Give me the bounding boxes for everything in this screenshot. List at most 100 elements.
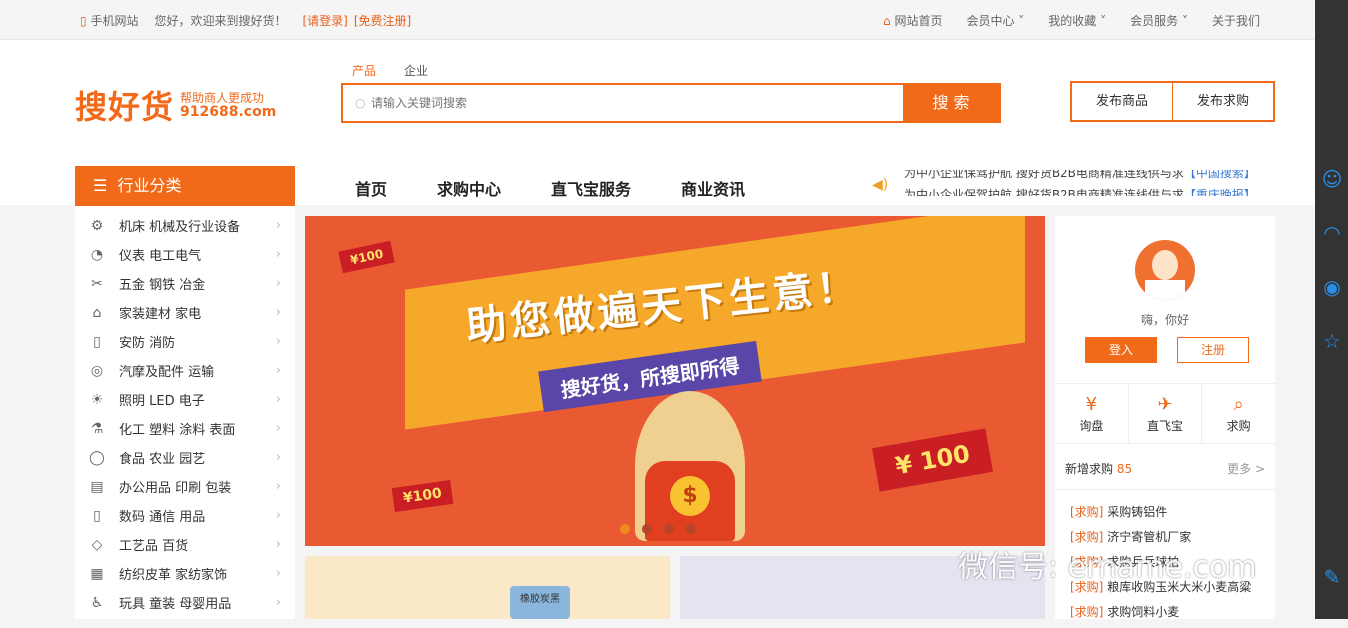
search-doc-icon: ⌕ [1233,394,1244,415]
new-requests-header: 新增求购 85 更多 > [1065,460,1265,477]
category-item[interactable]: ◯ 食品 农业 园艺 › [75,443,295,472]
phone-icon: ▯ [93,507,101,524]
promo-card-left[interactable]: 橡胶炭黑 [305,556,670,619]
home-link[interactable]: ⌂ 网站首页 [883,12,942,29]
chevron-right-icon: › [275,276,281,291]
search-tabs: 产品 企业 [352,62,428,79]
user-icon[interactable]: ☺ [1321,168,1343,190]
category-item[interactable]: ▯ 安防 消防 › [75,327,295,356]
chevron-right-icon: › [275,537,281,552]
cartoon-man-illustration: $ [635,391,745,541]
list-item[interactable]: [求购] 采购铸铝件 [1070,503,1251,528]
hero-banner[interactable]: 助您做遍天下生意！ 搜好货，所搜即所得 ¥100 ¥100 ¥ 100 $ [305,216,1045,546]
category-item[interactable]: ◇ 工艺品 百货 › [75,530,295,559]
login-link[interactable]: [请登录] [302,12,347,29]
fabric-icon: ▦ [90,565,104,582]
home-icon: ⌂ [882,14,891,28]
category-item[interactable]: ▤ 办公用品 印刷 包装 › [75,472,295,501]
chevron-right-icon: › [275,595,281,610]
edit-icon[interactable]: ✎ [1321,566,1343,588]
request-tool[interactable]: ⌕ 求购 [1202,384,1275,443]
category-item[interactable]: ⌂ 家装建材 家电 › [75,298,295,327]
mobile-site-link[interactable]: ▯ 手机网站 [80,12,138,29]
yen-icon: ¥ [1085,394,1098,415]
new-requests-count: 85 [1116,462,1133,476]
nav-request-center[interactable]: 求购中心 [437,176,501,200]
carousel-dot[interactable] [664,524,674,534]
carousel-dot[interactable] [686,524,696,534]
inquiry-tool[interactable]: ¥ 询盘 [1055,384,1129,443]
search-input[interactable] [371,94,891,112]
register-link[interactable]: [免费注册] [354,12,411,29]
news-item[interactable]: 为中小企业保驾护航 搜好货B2B电商精准连线供与求【中国搜索】 [904,170,1252,181]
stroller-icon: ♿ [90,594,104,611]
carousel-dots [620,524,696,534]
chevron-right-icon: › [275,363,281,378]
headset-icon[interactable]: ◠ [1321,222,1343,244]
publish-goods-button[interactable]: 发布商品 [1072,83,1173,120]
list-item[interactable]: [求购] 求购饲料小麦 [1070,603,1251,628]
welcome-text: 您好，欢迎来到搜好货！ [154,14,287,28]
more-link[interactable]: 更多 > [1227,460,1265,477]
chevron-right-icon: › [275,566,281,581]
wheel-icon: ◎ [90,362,104,379]
tab-products[interactable]: 产品 [352,62,376,79]
chevron-right-icon: › [275,479,281,494]
apple-icon: ◯ [89,449,105,466]
nav-home[interactable]: 首页 [355,176,387,200]
category-item[interactable]: ▯ 数码 通信 用品 › [75,501,295,530]
zhifeibao-tool[interactable]: ✈ 直飞宝 [1129,384,1203,443]
greeting: 嗨，你好 [1140,313,1189,327]
coupon-tag: ¥100 [338,240,396,274]
chevron-right-icon: › [275,450,281,465]
search-icon: ○ [355,96,366,110]
bulb-icon: ☀ [90,391,104,408]
search-button[interactable]: 搜 索 [903,85,999,121]
house-icon: ⌂ [92,304,102,321]
top-bar: ▯ 手机网站 您好，欢迎来到搜好货！ [请登录] [免费注册] ⌂ 网站首页 会… [0,0,1315,40]
favorites-menu[interactable]: 我的收藏 ˅ [1048,12,1106,29]
category-item[interactable]: ▦ 纺织皮革 家纺家饰 › [75,559,295,588]
chevron-right-icon: › [275,508,281,523]
list-icon: ☰ [93,176,108,195]
chevron-right-icon: › [275,392,281,407]
category-item[interactable]: ☀ 照明 LED 电子 › [75,385,295,414]
category-header[interactable]: ☰ 行业分类 [75,166,295,206]
quick-tools: ¥ 询盘 ✈ 直飞宝 ⌕ 求购 [1055,383,1275,444]
coupon-tag: ¥ 100 [872,428,994,492]
main-nav: 首页 求购中心 直飞宝服务 商业资讯 [355,176,745,200]
category-item[interactable]: ✂ 五金 钢铁 冶金 › [75,269,295,298]
watermark: 微信号: ername.com [958,550,1257,585]
chevron-down-icon: ˅ [1181,14,1188,28]
category-item[interactable]: ◎ 汽摩及配件 运输 › [75,356,295,385]
chevron-right-icon: › [275,421,281,436]
category-item[interactable]: ⚙ 机床 机械及行业设备 › [75,211,295,240]
category-item[interactable]: ⚗ 化工 塑料 涂料 表面 › [75,414,295,443]
publish-request-button[interactable]: 发布求购 [1173,83,1273,120]
avatar [1135,240,1195,300]
site-logo[interactable]: 搜好货 帮助商人更成功 912688.com [75,82,276,128]
news-item[interactable]: 为中小企业保驾护航 搜好货B2B电商精准连线供与求【重庆晚报】 [904,186,1252,196]
register-button[interactable]: 注册 [1177,337,1249,363]
qq-icon[interactable]: ◉ [1321,276,1343,298]
publish-box: 发布商品 发布求购 [1070,81,1275,122]
nav-business-news[interactable]: 商业资讯 [681,176,745,200]
chevron-right-icon: › [275,247,281,262]
logo-tagline: 帮助商人更成功 [180,91,265,105]
about-link[interactable]: 关于我们 [1212,12,1260,29]
category-item[interactable]: ♿ 玩具 童装 母婴用品 › [75,588,295,617]
member-center-menu[interactable]: 会员中心 ˅ [966,12,1024,29]
tools-icon: ✂ [91,275,103,292]
flask-icon: ⚗ [90,420,104,437]
carousel-dot[interactable] [620,524,630,534]
machine-icon: ⚙ [90,217,104,234]
logo-name: 搜好货 [75,88,175,126]
nav-zhifeibao[interactable]: 直飞宝服务 [551,176,631,200]
login-button[interactable]: 登入 [1085,337,1157,363]
member-service-menu[interactable]: 会员服务 ˅ [1130,12,1188,29]
star-icon[interactable]: ☆ [1321,330,1343,352]
tab-companies[interactable]: 企业 [404,62,428,79]
category-item[interactable]: ◔ 仪表 电工电气 › [75,240,295,269]
logo-domain: 912688.com [180,104,277,120]
carousel-dot[interactable] [642,524,652,534]
